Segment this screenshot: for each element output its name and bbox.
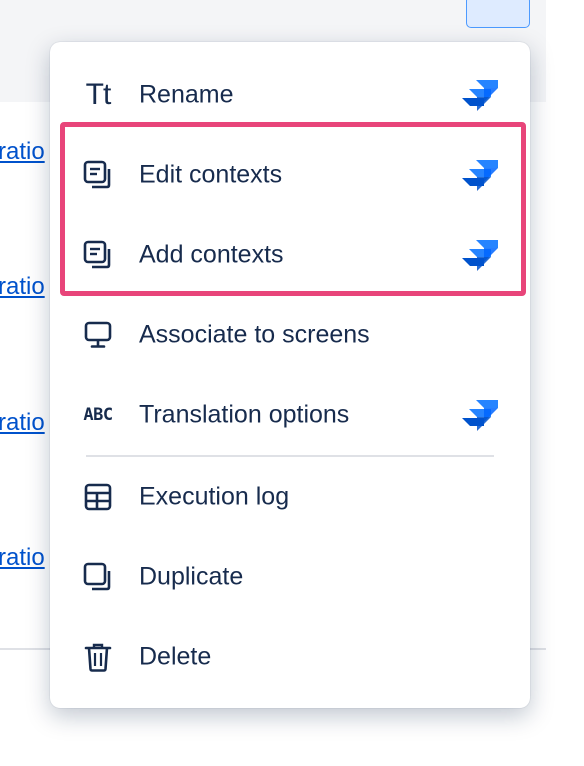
- menu-item-add-contexts[interactable]: Add contexts: [50, 215, 530, 295]
- menu-item-rename[interactable]: Tt Rename: [50, 55, 530, 135]
- jira-app-icon: [462, 80, 498, 111]
- configuration-link[interactable]: ratio: [0, 273, 45, 301]
- menu-item-duplicate[interactable]: Duplicate: [50, 537, 530, 617]
- menu-item-label: Execution log: [139, 482, 290, 511]
- menu-item-label: Associate to screens: [139, 320, 370, 349]
- trash-icon: [80, 639, 116, 675]
- jira-app-icon: [462, 160, 498, 191]
- menu-item-delete[interactable]: Delete: [50, 617, 530, 697]
- jira-app-icon: [462, 400, 498, 431]
- menu-item-translation-options[interactable]: ABC Translation options: [50, 375, 530, 455]
- contexts-icon: [80, 237, 116, 273]
- menu-item-label: Rename: [139, 80, 234, 109]
- duplicate-icon: [80, 559, 116, 595]
- menu-item-label: Edit contexts: [139, 160, 283, 189]
- text-style-icon: Tt: [85, 78, 112, 111]
- jira-app-icon: [462, 240, 498, 271]
- configuration-link[interactable]: ratio: [0, 138, 45, 166]
- contexts-icon: [80, 157, 116, 193]
- menu-item-execution-log[interactable]: Execution log: [50, 457, 530, 537]
- header-action-button[interactable]: [466, 0, 530, 28]
- menu-item-label: Add contexts: [139, 240, 284, 269]
- table-icon: [80, 479, 116, 515]
- menu-item-label: Duplicate: [139, 562, 244, 591]
- monitor-icon: [80, 317, 116, 353]
- abc-icon: ABC: [83, 405, 113, 425]
- configuration-link[interactable]: ratio: [0, 544, 45, 572]
- menu-item-associate-to-screens[interactable]: Associate to screens: [50, 295, 530, 375]
- configuration-link[interactable]: ratio: [0, 409, 45, 437]
- menu-item-label: Translation options: [139, 400, 350, 429]
- menu-item-edit-contexts[interactable]: Edit contexts: [50, 135, 530, 215]
- menu-item-label: Delete: [139, 642, 212, 671]
- actions-menu: Tt Rename Edit contexts Add contexts Ass…: [50, 42, 530, 708]
